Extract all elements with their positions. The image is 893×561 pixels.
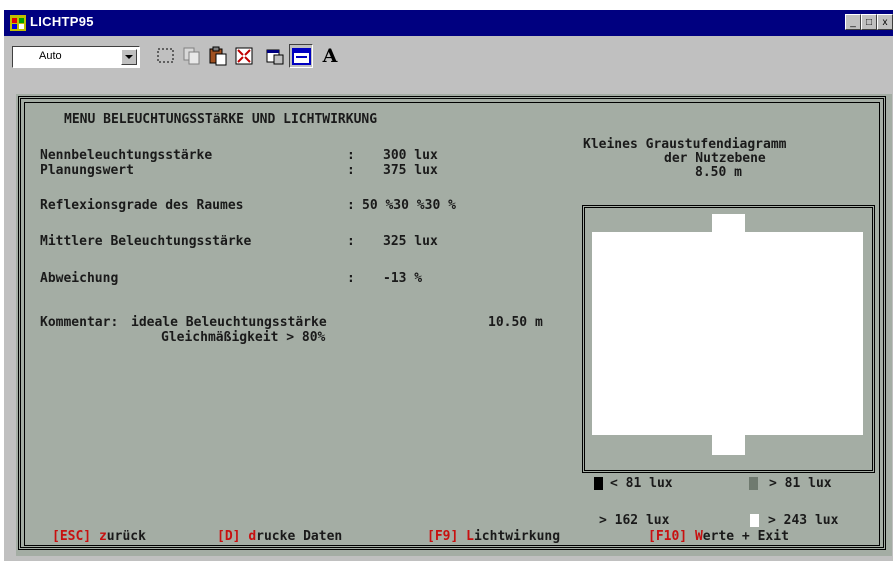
value-nennbeleuchtungsstaerke: 300 lux: [383, 148, 438, 163]
legend-swatch-white: [750, 514, 759, 527]
toolbar: Auto A: [4, 38, 893, 76]
select-icon: [157, 48, 174, 63]
separator: :: [347, 234, 355, 249]
font-size-select[interactable]: Auto: [12, 46, 140, 68]
key-f10[interactable]: [F10] Werte + Exit: [648, 529, 789, 544]
key-f10-code: [F10]: [648, 529, 688, 544]
paste-button[interactable]: [206, 44, 230, 68]
diagram-subtitle: der Nutzebene: [664, 151, 766, 166]
value-reflexionsgrade: 50 %30 %30 %: [362, 198, 456, 213]
chevron-down-icon: [125, 55, 133, 59]
font-icon: A: [322, 45, 338, 67]
title-bar[interactable]: LICHTP95 _ □ x: [4, 10, 893, 36]
comment-line-1: ideale Beleuchtungsstärke: [131, 315, 327, 330]
font-button[interactable]: A: [318, 44, 342, 68]
menu-title: MENU BELEUCHTUNGSSTäRKE UND LICHTWIRKUNG: [64, 112, 378, 127]
separator: :: [347, 163, 355, 178]
key-f9-label: ichtwirkung: [473, 529, 561, 544]
key-d[interactable]: [D] drucke Daten: [217, 529, 342, 544]
separator: :: [347, 198, 355, 213]
label-planungswert: Planungswert: [40, 163, 134, 178]
label-abweichung: Abweichung: [40, 271, 119, 286]
copy-button[interactable]: [180, 44, 204, 68]
diagram-depth-label: 8.50 m: [695, 165, 742, 180]
key-esc-label: urück: [106, 529, 146, 544]
key-d-code: [D]: [217, 529, 241, 544]
separator: :: [347, 271, 355, 286]
legend-label-light: > 162 lux: [599, 513, 670, 528]
legend-swatch-mid: [749, 477, 758, 490]
value-planungswert: 375 lux: [383, 163, 438, 178]
legend-swatch-dark: [594, 477, 603, 490]
key-f10-hotkey: W: [694, 529, 703, 544]
separator: :: [347, 148, 355, 163]
app-window: LICHTP95 _ □ x Auto A MENU BELEUCHTUNGSS…: [4, 10, 893, 561]
legend-label-white: > 243 lux: [768, 513, 839, 528]
label-mittlere-beleuchtungsstaerke: Mittlere Beleuchtungsstärke: [40, 234, 252, 249]
background-button[interactable]: [289, 44, 313, 68]
background-icon: [292, 48, 311, 65]
comment-line-2: Gleichmäßigkeit > 80%: [161, 330, 326, 345]
value-mittlere-beleuchtungsstaerke: 325 lux: [383, 234, 438, 249]
key-f9-hotkey: L: [466, 529, 474, 544]
key-esc-code: [ESC]: [52, 529, 92, 544]
label-nennbeleuchtungsstaerke: Nennbeleuchtungsstärke: [40, 148, 213, 163]
dropdown-arrow[interactable]: [121, 49, 137, 65]
close-button[interactable]: x: [877, 14, 893, 30]
value-abweichung: -13 %: [383, 271, 423, 286]
fullscreen-icon: [235, 47, 253, 65]
dos-console[interactable]: MENU BELEUCHTUNGSSTäRKE UND LICHTWIRKUNG…: [16, 94, 892, 556]
key-f9[interactable]: [F9] Lichtwirkung: [427, 529, 560, 544]
font-size-value: Auto: [39, 50, 62, 62]
grayscale-diagram: [582, 205, 875, 473]
fullscreen-button[interactable]: [232, 44, 256, 68]
diagram-title: Kleines Graustufendiagramm: [583, 137, 787, 152]
key-f10-label: erte + Exit: [702, 529, 789, 544]
copy-icon: [183, 47, 200, 65]
diagram-bright-area: [592, 232, 863, 435]
legend-label-dark: < 81 lux: [610, 476, 673, 491]
diagram-top-light: [712, 214, 745, 233]
properties-button[interactable]: [263, 44, 287, 68]
properties-icon: [266, 49, 284, 65]
key-d-hotkey: d: [248, 529, 257, 544]
key-esc-hotkey: z: [98, 529, 107, 544]
window-title: LICHTP95: [30, 14, 94, 29]
maximize-button[interactable]: □: [861, 14, 877, 30]
comment-label: Kommentar:: [40, 315, 119, 330]
minimize-button[interactable]: _: [845, 14, 861, 30]
legend-label-mid: > 81 lux: [769, 476, 832, 491]
label-reflexionsgrade: Reflexionsgrade des Raumes: [40, 198, 244, 213]
paste-icon: [209, 46, 227, 66]
diagram-bottom-light: [712, 434, 745, 455]
diagram-width-label: 10.50 m: [488, 315, 543, 330]
select-button[interactable]: [154, 44, 178, 68]
app-icon: [10, 15, 26, 31]
key-d-label: rucke Daten: [256, 529, 343, 544]
key-f9-code: [F9]: [427, 529, 459, 544]
key-esc[interactable]: [ESC] zurück: [52, 529, 146, 544]
